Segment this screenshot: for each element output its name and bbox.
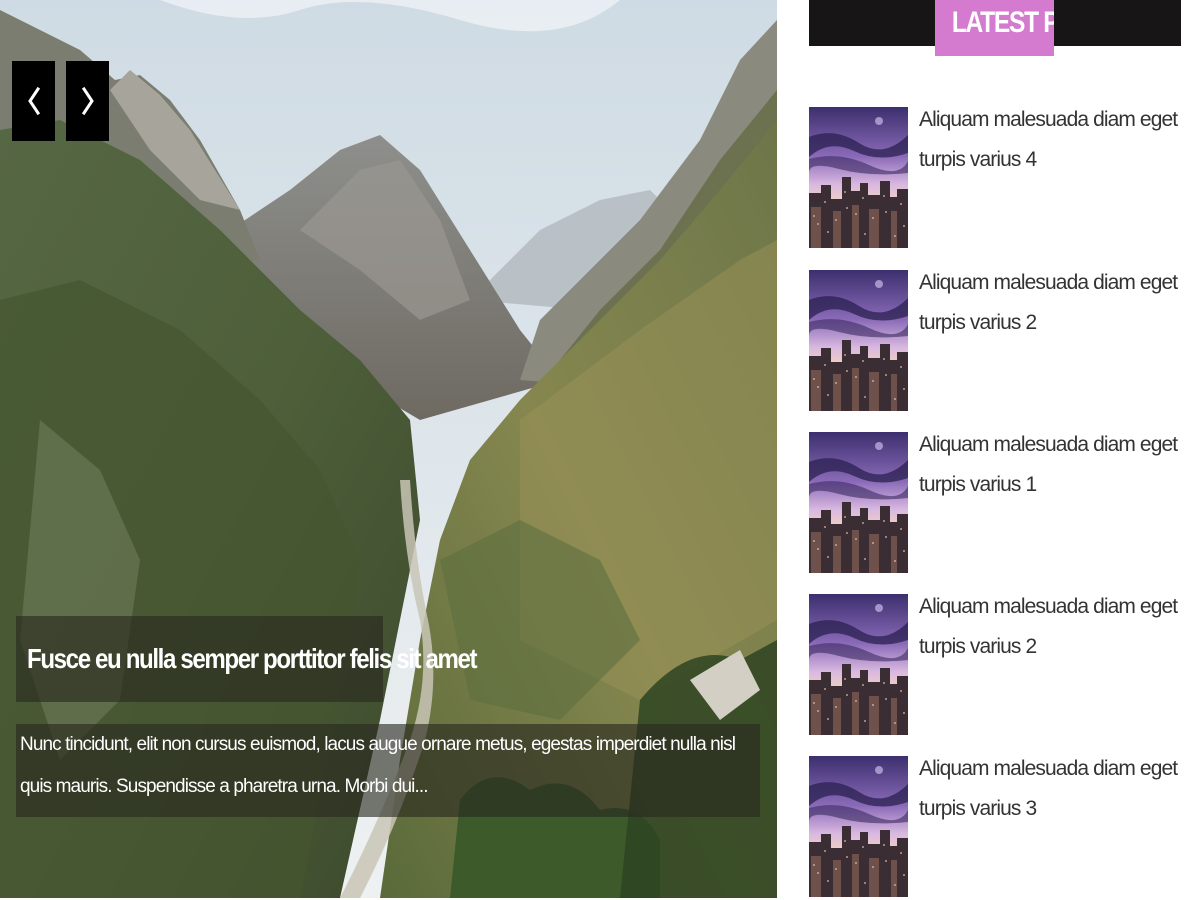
chevron-left-icon (27, 86, 40, 116)
post-thumbnail[interactable] (809, 107, 908, 248)
widget-title-text: LATEST POST (951, 6, 1054, 39)
slide-caption-text-box: Nunc tincidunt, elit non cursus euismod,… (16, 724, 760, 817)
slide-caption-title-box: Fusce eu nulla semper porttitor felis si… (16, 616, 478, 702)
latest-post-item[interactable]: Aliquam malesuada diam eget turpis variu… (809, 432, 1181, 573)
chevron-right-icon (81, 86, 94, 116)
slider-next-button[interactable] (66, 61, 109, 141)
image-slider: Fusce eu nulla semper porttitor felis si… (0, 0, 777, 898)
city-thumbnail-image (809, 432, 908, 573)
city-thumbnail-image (809, 594, 908, 735)
latest-post-item[interactable]: Aliquam malesuada diam eget turpis variu… (809, 270, 1181, 411)
slider-prev-button[interactable] (12, 61, 55, 141)
latest-post-item[interactable]: Aliquam malesuada diam eget turpis variu… (809, 594, 1181, 735)
post-title-link[interactable]: Aliquam malesuada diam eget turpis variu… (919, 425, 1181, 505)
sidebar: LATEST POST Aliquam malesuada diam eget … (809, 0, 1181, 900)
post-title-link[interactable]: Aliquam malesuada diam eget turpis variu… (919, 263, 1181, 343)
slide-caption-text: Nunc tincidunt, elit non cursus euismod,… (20, 734, 736, 797)
latest-post-item[interactable]: Aliquam malesuada diam eget turpis variu… (809, 756, 1181, 897)
city-thumbnail-image (809, 107, 908, 248)
latest-post-item[interactable]: Aliquam malesuada diam eget turpis variu… (809, 107, 1181, 248)
city-thumbnail-image (809, 270, 908, 411)
post-thumbnail[interactable] (809, 594, 908, 735)
page: Fusce eu nulla semper porttitor felis si… (0, 0, 1200, 900)
post-thumbnail[interactable] (809, 270, 908, 411)
slide-caption-title[interactable]: Fusce eu nulla semper porttitor felis si… (27, 643, 478, 675)
post-title-link[interactable]: Aliquam malesuada diam eget turpis variu… (919, 100, 1181, 180)
post-thumbnail[interactable] (809, 756, 908, 897)
post-title-link[interactable]: Aliquam malesuada diam eget turpis variu… (919, 749, 1181, 829)
post-thumbnail[interactable] (809, 432, 908, 573)
latest-post-widget-title: LATEST POST (935, 0, 1054, 56)
city-thumbnail-image (809, 756, 908, 897)
post-title-link[interactable]: Aliquam malesuada diam eget turpis variu… (919, 587, 1181, 667)
